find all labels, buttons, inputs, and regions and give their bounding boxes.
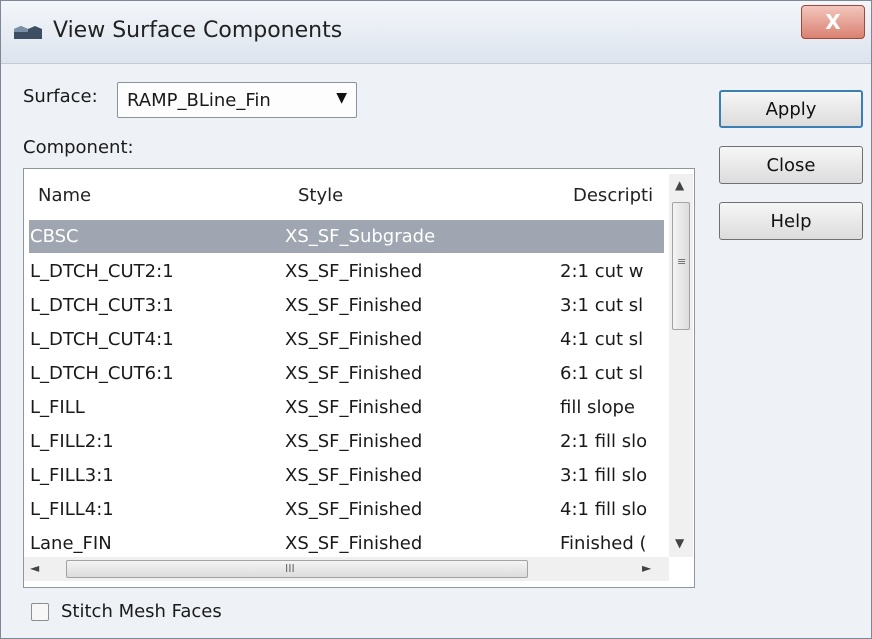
cell-style: XS_SF_Finished [285,329,423,350]
surface-dropdown[interactable]: RAMP_BLine_Fin ▼ [117,82,357,118]
cell-description: 2:1 fill slo [560,431,648,452]
cell-style: XS_SF_Finished [285,431,423,452]
cell-description: 3:1 cut sl [560,295,644,316]
cell-description: 4:1 cut sl [560,329,644,350]
cell-description: 4:1 fill slo [560,499,648,520]
app-icon [14,26,42,39]
cell-description: fill slope [560,397,635,418]
cell-name: L_FILL4:1 [30,499,114,520]
cell-name: L_FILL3:1 [30,465,114,486]
window-title: View Surface Components [53,18,343,43]
table-row[interactable]: L_DTCH_CUT4:1 XS_SF_Finished 4:1 cut sl [29,323,664,356]
close-button[interactable]: Close [719,146,863,184]
title-bar[interactable]: View Surface Components X [1,1,871,64]
apply-button[interactable]: Apply [719,90,863,128]
cell-name: L_DTCH_CUT3:1 [30,295,174,316]
cell-style: XS_SF_Finished [285,261,423,282]
view-surface-components-dialog: View Surface Components X Surface: RAMP_… [0,0,872,639]
cell-name: Lane_FIN [30,533,112,554]
cell-name: L_DTCH_CUT4:1 [30,329,174,350]
cell-name: L_FILL [30,397,85,418]
table-row[interactable]: L_FILL4:1 XS_SF_Finished 4:1 fill slo [29,493,664,526]
scroll-down-arrow-icon[interactable]: ▼ [675,536,684,550]
cell-style: XS_SF_Finished [285,295,423,316]
stitch-mesh-faces-checkbox[interactable] [31,603,49,621]
cell-style: XS_SF_Finished [285,465,423,486]
cell-style: XS_SF_Finished [285,397,423,418]
vertical-scroll-thumb[interactable]: ≡ [672,202,690,330]
table-row[interactable]: L_DTCH_CUT3:1 XS_SF_Finished 3:1 cut sl [29,289,664,322]
close-icon: X [825,10,841,34]
component-label: Component: [23,137,134,158]
horizontal-scroll-thumb[interactable]: III [66,560,528,578]
stitch-mesh-faces-label[interactable]: Stitch Mesh Faces [61,601,222,622]
scroll-left-arrow-icon[interactable]: ◄ [30,561,39,575]
help-button[interactable]: Help [719,202,863,240]
close-window-button[interactable]: X [801,5,865,39]
scroll-up-arrow-icon[interactable]: ▲ [675,178,684,192]
scroll-right-arrow-icon[interactable]: ► [642,561,651,575]
cell-description: 6:1 cut sl [560,363,644,384]
cell-description: Finished ( [560,533,647,554]
cell-name: CBSC [30,226,79,247]
cell-name: L_FILL2:1 [30,431,114,452]
grip-icon: III [285,562,295,575]
table-row[interactable]: Lane_FIN XS_SF_Finished Finished ( [29,527,664,555]
grip-icon: ≡ [677,255,687,268]
cell-style: XS_SF_Finished [285,499,423,520]
table-row[interactable]: CBSC XS_SF_Subgrade [29,220,664,253]
table-row[interactable]: L_DTCH_CUT6:1 XS_SF_Finished 6:1 cut sl [29,357,664,390]
cell-name: L_DTCH_CUT2:1 [30,261,174,282]
cell-description: 2:1 cut w [560,261,644,282]
cell-name: L_DTCH_CUT6:1 [30,363,174,384]
surface-label: Surface: [23,86,98,107]
component-list[interactable]: Name Style Descripti CBSC XS_SF_Subgrade… [23,168,695,588]
cell-style: XS_SF_Finished [285,363,423,384]
horizontal-scrollbar[interactable]: ◄ III ► [24,557,669,581]
chevron-down-icon: ▼ [336,90,347,106]
column-header-style[interactable]: Style [298,185,343,206]
table-row[interactable]: L_DTCH_CUT2:1 XS_SF_Finished 2:1 cut w [29,255,664,288]
table-row[interactable]: L_FILL3:1 XS_SF_Finished 3:1 fill slo [29,459,664,492]
table-row[interactable]: L_FILL2:1 XS_SF_Finished 2:1 fill slo [29,425,664,458]
cell-style: XS_SF_Subgrade [285,226,436,247]
column-header-description[interactable]: Descripti [573,185,665,206]
table-row[interactable]: L_FILL XS_SF_Finished fill slope [29,391,664,424]
vertical-scrollbar[interactable]: ▲ ≡ ▼ [669,174,693,557]
surface-selected-value: RAMP_BLine_Fin [127,90,271,111]
column-header-name[interactable]: Name [38,185,91,206]
cell-description: 3:1 fill slo [560,465,648,486]
cell-style: XS_SF_Finished [285,533,423,554]
